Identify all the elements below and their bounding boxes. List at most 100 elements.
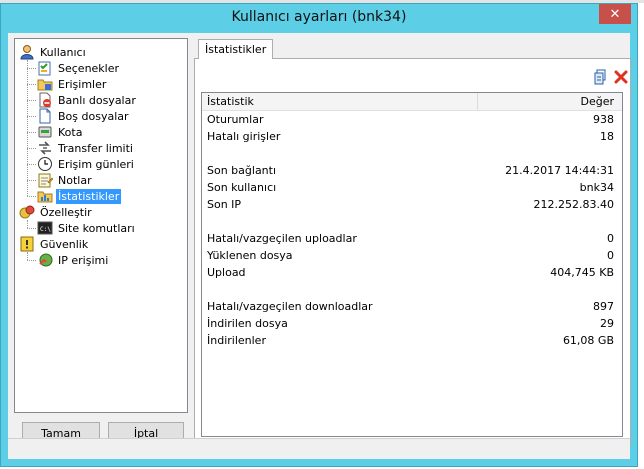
tree-item[interactable]: Notlar bbox=[37, 172, 94, 188]
list-item[interactable]: Hatalı/vazgeçilen downloadlar 897 bbox=[202, 299, 622, 316]
tree-item-label: IP erişimi bbox=[58, 253, 109, 267]
security-icon bbox=[19, 236, 35, 252]
tree-item[interactable]: Seçenekler bbox=[37, 60, 121, 76]
tree-item[interactable]: Erişim günleri bbox=[37, 156, 136, 172]
user-icon bbox=[19, 44, 35, 60]
tab-statistics[interactable]: İstatistikler bbox=[198, 39, 274, 59]
statistics-list[interactable]: İstatistik Değer Oturumlar 938 Hatalı giri… bbox=[201, 92, 623, 437]
tree-item[interactable]: IP erişimi bbox=[37, 252, 110, 268]
column-header-value[interactable]: Değer bbox=[580, 95, 614, 108]
stat-value: 404,745 KB bbox=[550, 266, 614, 279]
stat-value: 18 bbox=[600, 130, 614, 143]
stat-name: Upload bbox=[207, 266, 246, 279]
stat-value: 0 bbox=[607, 249, 614, 262]
window-title: Kullanıcı ayarları (bnk34) bbox=[231, 9, 407, 25]
stat-value: bnk34 bbox=[579, 181, 614, 194]
settings-tree[interactable]: Kullanıcı Seçenekler Erişimler Banlı dosyal… bbox=[14, 38, 188, 413]
tree-item[interactable]: C:\ Site komutları bbox=[37, 220, 137, 236]
tree-item-label: Notlar bbox=[58, 173, 92, 187]
banned-file-icon bbox=[37, 92, 53, 108]
tree-item-label: Erişimler bbox=[58, 77, 107, 91]
tree-connector bbox=[27, 196, 36, 197]
status-bar bbox=[8, 438, 630, 459]
tree-item[interactable]: Özelleştir bbox=[19, 204, 94, 220]
options-checklist-icon bbox=[37, 60, 53, 76]
tree-connector bbox=[27, 100, 36, 101]
empty-file-icon bbox=[37, 108, 53, 124]
tree-item-label: Kullanıcı bbox=[40, 45, 86, 59]
tree-item[interactable]: Erişimler bbox=[37, 76, 108, 92]
tree-connector bbox=[27, 60, 28, 196]
list-item[interactable]: İndirilen dosya 29 bbox=[202, 316, 622, 333]
tree-item-label: İstatistikler bbox=[56, 188, 122, 204]
column-header-statistic[interactable]: İstatistik bbox=[207, 95, 254, 108]
tree-connector bbox=[27, 164, 36, 165]
quota-icon bbox=[37, 124, 53, 140]
copy-icon[interactable] bbox=[593, 69, 609, 85]
stat-name: İndirilen dosya bbox=[207, 317, 288, 330]
list-item[interactable]: Hatalı girişler 18 bbox=[202, 129, 622, 146]
window-close-button[interactable]: ✕ bbox=[599, 4, 631, 24]
tree-connector bbox=[27, 116, 36, 117]
stat-value: 938 bbox=[593, 113, 614, 126]
tree-item-label: Banlı dosyalar bbox=[58, 93, 136, 107]
folder-access-icon bbox=[37, 76, 53, 92]
tree-item-label: Erişim günleri bbox=[58, 157, 134, 171]
title-bar[interactable]: Kullanıcı ayarları (bnk34) ✕ bbox=[1, 4, 637, 32]
customize-icon bbox=[19, 204, 35, 220]
tree-item-label: Transfer limiti bbox=[58, 141, 133, 155]
tree-connector bbox=[27, 180, 36, 181]
list-item[interactable]: Son bağlantı 21.4.2017 14:44:31 bbox=[202, 163, 622, 180]
list-item[interactable]: Yüklenen dosya 0 bbox=[202, 248, 622, 265]
tree-item[interactable]: Kota bbox=[37, 124, 84, 140]
tree-item[interactable]: Boş dosyalar bbox=[37, 108, 131, 124]
list-item[interactable]: Son kullanıcı bnk34 bbox=[202, 180, 622, 197]
tree-item[interactable]: Transfer limiti bbox=[37, 140, 135, 156]
console-icon: C:\ bbox=[37, 220, 53, 236]
tree-connector bbox=[27, 68, 36, 69]
delete-x-icon[interactable] bbox=[613, 69, 629, 85]
column-separator[interactable] bbox=[477, 93, 478, 110]
list-item[interactable]: Oturumlar 938 bbox=[202, 112, 622, 129]
stat-value: 21.4.2017 14:44:31 bbox=[505, 164, 614, 177]
notes-icon bbox=[37, 172, 53, 188]
svg-text:C:\: C:\ bbox=[40, 226, 51, 233]
window-client-area: Kullanıcı Seçenekler Erişimler Banlı dosyal… bbox=[8, 33, 631, 459]
tree-connector bbox=[27, 84, 36, 85]
tree-item[interactable]: Kullanıcı bbox=[19, 44, 88, 60]
tree-connector bbox=[27, 220, 28, 228]
tree-item-label: Site komutları bbox=[58, 221, 135, 235]
stat-name: İndirilenler bbox=[207, 334, 266, 347]
tree-item[interactable]: Banlı dosyalar bbox=[37, 92, 138, 108]
stat-name: Hatalı/vazgeçilen uploadlar bbox=[207, 232, 357, 245]
tree-connector bbox=[27, 132, 36, 133]
list-item[interactable]: İndirilenler 61,08 GB bbox=[202, 333, 622, 350]
tree-connector bbox=[27, 228, 36, 229]
list-header: İstatistik Değer bbox=[202, 93, 622, 111]
statistics-panel: İstatistik Değer Oturumlar 938 Hatalı giri… bbox=[194, 58, 631, 446]
ip-access-icon bbox=[37, 252, 53, 268]
tree-connector bbox=[27, 252, 28, 260]
stat-value: 0 bbox=[607, 232, 614, 245]
list-item[interactable]: Upload 404,745 KB bbox=[202, 265, 622, 282]
list-item[interactable]: Son IP 212.252.83.40 bbox=[202, 197, 622, 214]
stat-name: Yüklenen dosya bbox=[207, 249, 293, 262]
tree-item-label: Özelleştir bbox=[40, 205, 92, 219]
stat-name: Son IP bbox=[207, 198, 242, 211]
tree-item-label: Kota bbox=[58, 125, 83, 139]
stat-name: Hatalı girişler bbox=[207, 130, 281, 143]
tree-item-label: Boş dosyalar bbox=[58, 109, 129, 123]
stat-name: Son bağlantı bbox=[207, 164, 277, 177]
statistics-icon bbox=[37, 188, 53, 204]
stat-value: 61,08 GB bbox=[562, 334, 614, 347]
user-settings-window: Kullanıcı ayarları (bnk34) ✕ Kullanıcı Se… bbox=[0, 3, 638, 467]
stat-name: Hatalı/vazgeçilen downloadlar bbox=[207, 300, 373, 313]
tree-item[interactable]: İstatistikler bbox=[37, 188, 122, 204]
stat-name: Son kullanıcı bbox=[207, 181, 277, 194]
tree-item-label: Seçenekler bbox=[58, 61, 120, 75]
clock-icon bbox=[37, 156, 53, 172]
tree-item[interactable]: Güvenlik bbox=[19, 236, 90, 252]
stat-value: 212.252.83.40 bbox=[533, 198, 614, 211]
stat-name: Oturumlar bbox=[207, 113, 264, 126]
list-item[interactable]: Hatalı/vazgeçilen uploadlar 0 bbox=[202, 231, 622, 248]
